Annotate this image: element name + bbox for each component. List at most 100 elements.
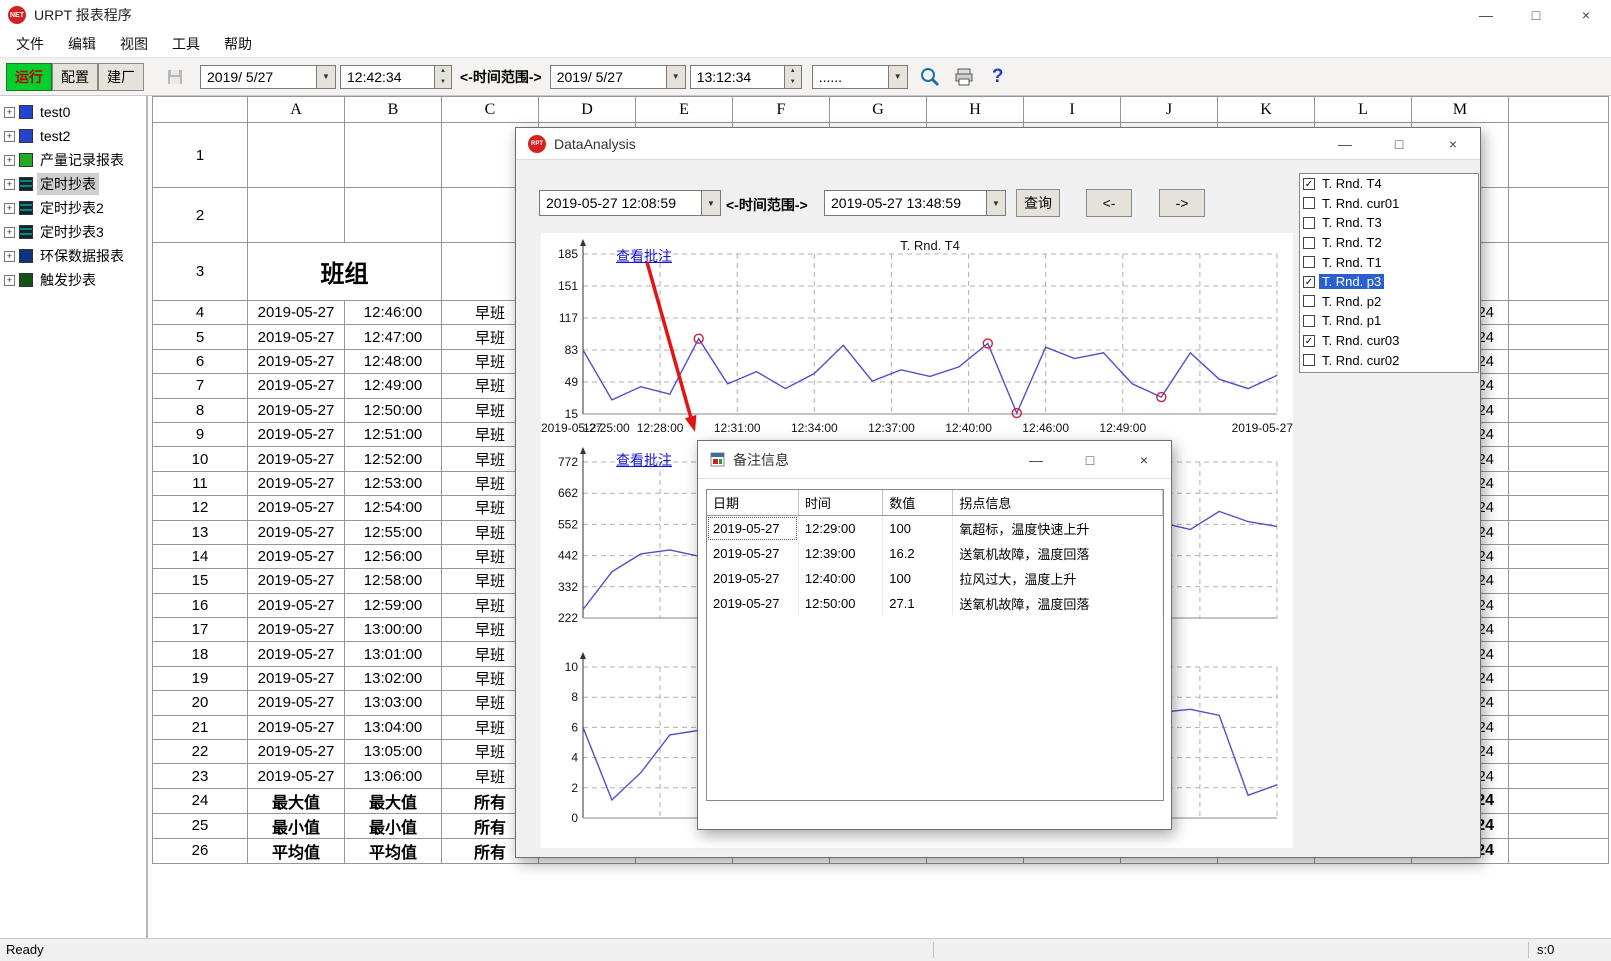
row-header[interactable]: 1 [153,123,248,188]
cell[interactable]: 平均值 [248,838,345,863]
note-cell[interactable]: 2019-05-27 [707,566,798,591]
cell[interactable]: 2019-05-27 [248,422,345,446]
spin-up-icon[interactable]: ▲ [785,66,801,77]
cell[interactable]: 最小值 [345,813,442,838]
row-header[interactable]: 23 [153,764,248,788]
cell[interactable]: 平均值 [345,838,442,863]
row-header[interactable]: 3 [153,243,248,301]
cell[interactable]: 最大值 [345,788,442,813]
series-item[interactable]: T. Rnd. p2 [1300,292,1478,312]
spin-up-icon[interactable]: ▲ [435,66,451,77]
note-minimize-button[interactable]: — [1009,441,1063,478]
da-minimize-button[interactable]: — [1318,128,1372,159]
cell[interactable]: 2019-05-27 [248,349,345,373]
expand-icon[interactable]: + [4,203,15,214]
cell[interactable]: 2019-05-27 [248,398,345,422]
series-item[interactable]: T. Rnd. T3 [1300,213,1478,233]
factory-button[interactable]: 建厂 [98,63,144,91]
column-header-I[interactable]: I [1024,97,1121,123]
cell[interactable]: 2019-05-27 [248,301,345,325]
save-icon[interactable] [166,68,184,86]
series-list[interactable]: ✓T. Rnd. T4T. Rnd. cur01T. Rnd. T3T. Rnd… [1299,173,1479,373]
cell[interactable]: 12:59:00 [345,593,442,617]
end-time-spinner[interactable]: 13:12:34 ▲▼ [690,65,802,89]
cell[interactable]: 2019-05-27 [248,740,345,764]
row-header[interactable]: 4 [153,301,248,325]
da-start-combo[interactable]: 2019-05-27 12:08:59 ▼ [539,190,721,216]
checkbox-icon[interactable]: ✓ [1303,335,1315,347]
tree-item[interactable]: +产量记录报表 [0,148,146,172]
column-header-B[interactable]: B [345,97,442,123]
note-cell[interactable]: 送氧机故障，温度回落 [953,541,1163,566]
cell[interactable]: 2019-05-27 [248,666,345,690]
menu-item[interactable]: 编辑 [56,30,108,58]
note-column-header[interactable]: 时间 [798,490,882,516]
dropdown-arrow-icon[interactable]: ▼ [888,66,907,88]
column-header-L[interactable]: L [1315,97,1412,123]
menu-item[interactable]: 工具 [160,30,212,58]
row-header[interactable]: 16 [153,593,248,617]
cell[interactable]: 13:00:00 [345,618,442,642]
cell[interactable]: 13:05:00 [345,740,442,764]
tree-item[interactable]: +test2 [0,124,146,148]
column-header-M[interactable]: M [1412,97,1509,123]
note-cell[interactable]: 2019-05-27 [707,516,798,542]
expand-icon[interactable]: + [4,227,15,238]
note-cell[interactable]: 16.2 [883,541,953,566]
close-button[interactable]: × [1561,0,1611,30]
expand-icon[interactable]: + [4,275,15,286]
prev-button[interactable]: <- [1086,189,1132,217]
row-header[interactable]: 8 [153,398,248,422]
cell[interactable]: 13:02:00 [345,666,442,690]
column-header-A[interactable]: A [248,97,345,123]
row-header[interactable]: 7 [153,374,248,398]
da-close-button[interactable]: × [1426,128,1480,159]
cell[interactable]: 2019-05-27 [248,496,345,520]
note-title-bar[interactable]: 备注信息 — □ × [698,441,1171,479]
menu-item[interactable]: 文件 [4,30,56,58]
spin-down-icon[interactable]: ▼ [785,77,801,88]
cell[interactable]: 12:58:00 [345,569,442,593]
cell[interactable]: 12:55:00 [345,520,442,544]
note-cell[interactable]: 12:40:00 [798,566,882,591]
note-cell[interactable]: 氧超标，温度快速上升 [953,516,1163,542]
row-header[interactable]: 20 [153,691,248,715]
note-cell[interactable]: 100 [883,566,953,591]
expand-icon[interactable]: + [4,179,15,190]
note-close-button[interactable]: × [1117,441,1171,478]
series-select-combo[interactable]: ...... ▼ [812,65,908,89]
cell[interactable]: 12:56:00 [345,544,442,568]
note-column-header[interactable]: 日期 [707,490,798,516]
row-header[interactable]: 22 [153,740,248,764]
column-header-J[interactable]: J [1121,97,1218,123]
series-item[interactable]: ✓T. Rnd. p3 [1300,272,1478,292]
row-header[interactable]: 2 [153,188,248,243]
dropdown-arrow-icon[interactable]: ▼ [986,191,1005,215]
column-header-K[interactable]: K [1218,97,1315,123]
cell[interactable]: 2019-05-27 [248,325,345,349]
expand-icon[interactable]: + [4,131,15,142]
start-time-spinner[interactable]: 12:42:34 ▲▼ [340,65,452,89]
cell[interactable]: 2019-05-27 [248,764,345,788]
series-item[interactable]: T. Rnd. cur02 [1300,350,1478,370]
checkbox-icon[interactable] [1303,354,1315,366]
cell[interactable]: 13:01:00 [345,642,442,666]
note-maximize-button[interactable]: □ [1063,441,1117,478]
row-header[interactable]: 14 [153,544,248,568]
series-item[interactable]: T. Rnd. p1 [1300,311,1478,331]
checkbox-icon[interactable] [1303,295,1315,307]
tree-item[interactable]: +定时抄表2 [0,196,146,220]
note-cell[interactable]: 12:39:00 [798,541,882,566]
row-header[interactable]: 25 [153,813,248,838]
cell[interactable]: 13:04:00 [345,715,442,739]
cell[interactable]: 2019-05-27 [248,471,345,495]
row-header[interactable]: 6 [153,349,248,373]
checkbox-icon[interactable] [1303,256,1315,268]
cell[interactable]: 12:48:00 [345,349,442,373]
cell[interactable] [345,123,442,188]
da-end-combo[interactable]: 2019-05-27 13:48:59 ▼ [824,190,1006,216]
row-header[interactable]: 11 [153,471,248,495]
cell[interactable] [345,188,442,243]
column-header-E[interactable]: E [636,97,733,123]
tree-item[interactable]: +test0 [0,100,146,124]
